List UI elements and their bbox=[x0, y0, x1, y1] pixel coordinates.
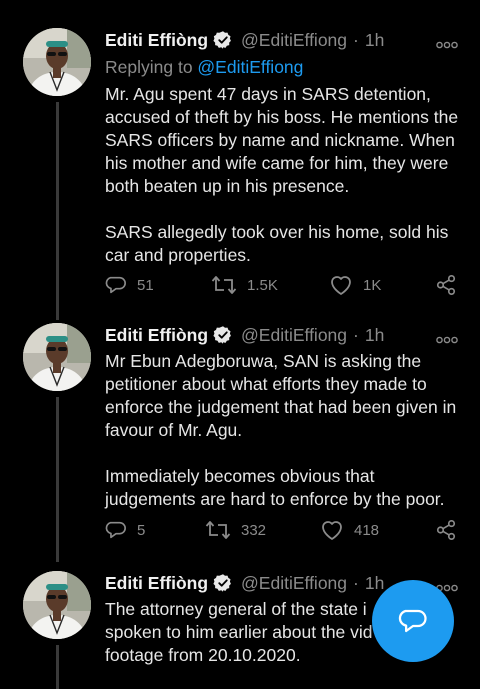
tweet-text: Mr. Agu spent 47 days in SARS detention,… bbox=[105, 83, 460, 267]
timestamp[interactable]: 1h bbox=[365, 325, 384, 346]
tweet-text: Mr Ebun Adegboruwa, SAN is asking the pe… bbox=[105, 350, 460, 511]
heart-icon bbox=[320, 519, 344, 541]
timestamp[interactable]: 1h bbox=[365, 573, 384, 594]
author-handle[interactable]: @EditiEffiong bbox=[241, 325, 347, 346]
tweet-paragraph: Immediately becomes obvious that judgeme… bbox=[105, 466, 445, 509]
retweet-count: 1.5K bbox=[247, 276, 278, 294]
timestamp[interactable]: 1h bbox=[365, 30, 384, 51]
reply-icon bbox=[105, 519, 127, 541]
tweet-actions: 51 1.5K 1K bbox=[105, 274, 460, 300]
thread-line bbox=[56, 645, 59, 689]
like-button[interactable]: 418 bbox=[320, 519, 379, 541]
share-button[interactable] bbox=[435, 274, 457, 296]
avatar[interactable] bbox=[23, 28, 91, 96]
retweet-icon bbox=[205, 519, 231, 541]
author-handle[interactable]: @EditiEffiong bbox=[241, 30, 347, 51]
new-tweet-button[interactable] bbox=[372, 580, 454, 662]
retweet-count: 332 bbox=[241, 521, 267, 539]
separator: · bbox=[353, 29, 359, 50]
reply-button[interactable]: 5 bbox=[105, 519, 145, 541]
share-icon bbox=[435, 274, 457, 296]
thread-line bbox=[56, 102, 59, 320]
more-options-icon[interactable] bbox=[436, 33, 458, 54]
retweet-button[interactable]: 1.5K bbox=[211, 274, 278, 296]
share-icon bbox=[435, 519, 457, 541]
heart-icon bbox=[329, 274, 353, 296]
avatar[interactable] bbox=[23, 571, 91, 639]
tweet-actions: 5 332 418 bbox=[105, 519, 460, 545]
verified-badge-icon bbox=[213, 30, 233, 50]
author-name[interactable]: Editi Effiòng bbox=[105, 30, 208, 51]
share-button[interactable] bbox=[435, 519, 457, 541]
replying-to: Replying to @EditiEffiong bbox=[105, 57, 303, 78]
like-button[interactable]: 1K bbox=[329, 274, 381, 296]
reply-button[interactable]: 51 bbox=[105, 274, 154, 296]
like-count: 1K bbox=[363, 276, 382, 294]
new-tweet-icon bbox=[398, 609, 427, 633]
tweet-paragraph: SARS allegedly took over his home, sold … bbox=[105, 222, 449, 265]
verified-badge-icon bbox=[213, 325, 233, 345]
author-name[interactable]: Editi Effiòng bbox=[105, 325, 208, 346]
separator: · bbox=[353, 572, 359, 593]
avatar[interactable] bbox=[23, 323, 91, 391]
tweet-header: Editi Effiòng @EditiEffiong · 1h bbox=[105, 323, 462, 347]
replying-handle-link[interactable]: @EditiEffiong bbox=[197, 57, 303, 77]
verified-badge-icon bbox=[213, 573, 233, 593]
reply-count: 51 bbox=[137, 276, 154, 294]
thread-line bbox=[56, 397, 59, 562]
author-name[interactable]: Editi Effiòng bbox=[105, 573, 208, 594]
tweet-paragraph: Mr Ebun Adegboruwa, SAN is asking the pe… bbox=[105, 351, 457, 440]
timeline: Editi Effiòng @EditiEffiong · 1h Replyin… bbox=[0, 0, 480, 689]
retweet-icon bbox=[211, 274, 237, 296]
more-options-icon[interactable] bbox=[436, 328, 458, 349]
tweet[interactable]: Editi Effiòng @EditiEffiong · 1h Replyin… bbox=[0, 28, 480, 320]
like-count: 418 bbox=[354, 521, 380, 539]
author-handle[interactable]: @EditiEffiong bbox=[241, 573, 347, 594]
replying-label: Replying to bbox=[105, 57, 198, 77]
reply-icon bbox=[105, 274, 127, 296]
tweet[interactable]: Editi Effiòng @EditiEffiong · 1h Mr Ebun… bbox=[0, 323, 480, 562]
tweet-paragraph: Mr. Agu spent 47 days in SARS detention,… bbox=[105, 84, 459, 196]
reply-count: 5 bbox=[137, 521, 146, 539]
separator: · bbox=[353, 324, 359, 345]
tweet-header: Editi Effiòng @EditiEffiong · 1h bbox=[105, 28, 462, 52]
retweet-button[interactable]: 332 bbox=[205, 519, 266, 541]
